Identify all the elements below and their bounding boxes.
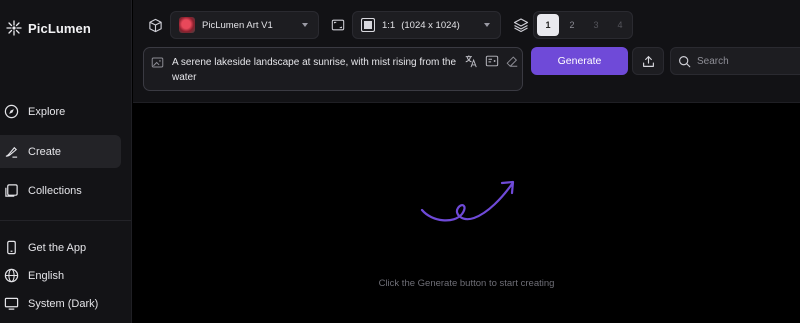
count-option-2[interactable]: 2 [561,14,583,36]
phone-icon [7,240,16,255]
empty-state-text: Click the Generate button to start creat… [378,278,555,289]
brush-icon [5,146,18,158]
ratio-select[interactable]: 1:1 (1024 x 1024) [352,11,501,39]
count-option-1[interactable]: 1 [537,14,559,36]
collections-icon [5,184,18,197]
monitor-icon [4,297,19,310]
dimensions-label: (1024 x 1024) [401,19,460,31]
translate-icon[interactable] [464,54,478,68]
search-box[interactable] [670,47,800,75]
count-option-3[interactable]: 3 [585,14,607,36]
cube-icon[interactable] [146,16,164,34]
compass-icon [4,104,19,119]
sidebar-item-create[interactable]: Create [0,135,121,168]
ratio-square-icon [361,18,375,32]
sidebar: PicLumen Explore Create Collections Get … [0,0,132,323]
piclumen-logo-icon [6,20,22,36]
search-input[interactable] [697,55,797,67]
generate-button[interactable]: Generate [531,47,628,75]
count-option-4[interactable]: 4 [609,14,631,36]
ratio-label: 1:1 [382,19,396,31]
chevron-down-icon [302,23,308,27]
sidebar-item-explore[interactable]: Explore [0,95,121,128]
prompt-text[interactable]: A serene lakeside landscape at sunrise, … [172,55,462,85]
sidebar-item-label: Explore [28,105,66,118]
logo[interactable]: PicLumen [6,20,91,36]
prompt-enhance-icon[interactable] [485,54,499,68]
sidebar-item-label: Create [28,145,62,158]
sidebar-item-label: Collections [28,184,82,197]
empty-state-illustration [420,180,515,222]
app-name: PicLumen [28,20,91,36]
model-thumbnail [179,17,195,33]
eraser-icon[interactable] [505,54,519,68]
prompt-input[interactable]: A serene lakeside landscape at sunrise, … [143,47,523,91]
upload-icon [643,56,654,67]
image-count-selector: 1 2 3 4 [533,11,633,39]
sidebar-item-theme[interactable]: System (Dark) [0,287,121,320]
aspect-ratio-icon[interactable] [329,16,347,34]
search-icon [679,55,691,67]
sidebar-item-collections[interactable]: Collections [0,174,121,207]
chevron-down-icon [484,23,490,27]
sidebar-item-label: System (Dark) [28,297,99,310]
sidebar-item-label: Get the App [28,241,87,254]
sidebar-divider [0,220,131,221]
sidebar-item-label: English [28,269,65,282]
globe-icon [4,268,19,283]
model-select[interactable]: PicLumen Art V1 [170,11,319,39]
upload-button[interactable] [632,47,664,75]
model-label: PicLumen Art V1 [202,19,273,31]
image-upload-icon[interactable] [151,56,164,69]
layers-icon[interactable] [511,15,531,35]
